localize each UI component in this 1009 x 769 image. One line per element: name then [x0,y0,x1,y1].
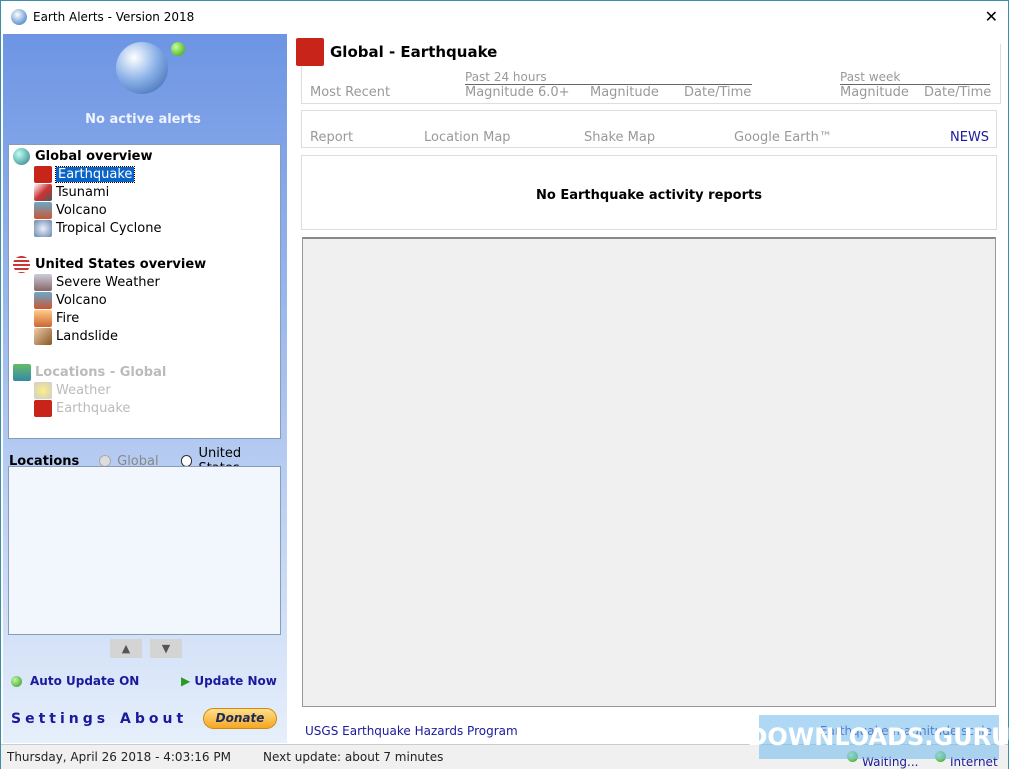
close-button[interactable]: ✕ [985,7,998,26]
item-label: Tropical Cyclone [56,220,162,236]
group-label: United States overview [35,256,207,272]
update-now-button[interactable]: ▶ Update Now [181,674,277,688]
group-label: Locations - Global [35,364,167,380]
tsunami-icon [34,183,52,201]
settings-button[interactable]: Settings [11,711,109,727]
item-label: Earthquake [56,400,131,416]
landscape-icon [13,363,31,381]
page-title-text: Global - Earthquake [330,43,498,61]
tree-item-tropical-cyclone[interactable]: Tropical Cyclone [9,219,280,237]
left-panel: No active alerts Global overview Earthqu… [3,34,287,743]
update-now-label: Update Now [194,674,277,688]
tab-location-map[interactable]: Location Map [424,130,511,145]
tab-shake-map[interactable]: Shake Map [584,130,655,145]
auto-update-toggle[interactable]: Auto Update ON [11,674,139,688]
move-up-button[interactable]: ▲ [110,639,142,658]
tree-group-us[interactable]: United States overview [9,255,280,273]
tree-group-locations: Locations - Global [9,363,280,381]
green-led-icon [11,675,22,687]
title-bar: Earth Alerts - Version 2018 ✕ [1,1,1008,33]
item-label: Volcano [56,202,107,218]
col-past-week: Past week [840,70,990,85]
earthquake-icon [34,165,52,183]
tab-news[interactable]: NEWS [950,130,989,145]
weather-icon [34,381,52,399]
activity-message: No Earthquake activity reports [301,155,997,230]
tree-item-landslide[interactable]: Landslide [9,327,280,345]
col-magnitude: Magnitude [590,85,659,100]
col-week-datetime: Date/Time [924,85,992,100]
window-title: Earth Alerts - Version 2018 [33,10,195,24]
status-datetime: Thursday, April 26 2018 - 4:03:16 PM [7,750,231,764]
green-led-icon [935,751,946,762]
globe-icon [13,147,30,165]
group-label: Global overview [35,148,153,164]
col-past-24-hours: Past 24 hours [465,70,752,85]
cyclone-icon [34,219,52,237]
tree-item-earthquake[interactable]: Earthquake [9,165,280,183]
tree-item-us-volcano[interactable]: Volcano [9,291,280,309]
status-next-update: Next update: about 7 minutes [263,750,444,764]
donate-button[interactable]: Donate [203,708,277,729]
auto-update-label: Auto Update ON [30,674,140,688]
waiting-label: Waiting... [862,755,919,769]
status-internet: Internet [935,750,998,769]
us-flag-icon [13,255,30,273]
item-label: Weather [56,382,111,398]
category-tree[interactable]: Global overview Earthquake Tsunami Volca… [8,144,281,439]
tree-item-tsunami[interactable]: Tsunami [9,183,280,201]
volcano-icon [34,291,52,309]
map-view[interactable] [302,237,996,707]
globe-icon [116,42,168,94]
tree-group-global[interactable]: Global overview [9,147,280,165]
status-bar: Thursday, April 26 2018 - 4:03:16 PM Nex… [1,744,1008,769]
col-datetime: Date/Time [684,85,752,100]
item-label: Severe Weather [56,274,160,290]
main-panel: Most Recent Past 24 hours Magnitude 6.0+… [294,34,1006,743]
tree-item-volcano[interactable]: Volcano [9,201,280,219]
usgs-link[interactable]: USGS Earthquake Hazards Program [305,724,518,738]
play-icon: ▶ [181,674,191,688]
about-button[interactable]: About [120,711,187,727]
app-globe-icon [11,9,27,25]
col-most-recent: Most Recent [310,85,391,100]
tab-google-earth[interactable]: Google Earth™ [734,130,832,145]
alert-status: No active alerts [85,112,201,127]
green-led-icon [847,751,858,762]
locations-list[interactable] [8,466,281,635]
tab-report[interactable]: Report [310,130,353,145]
move-down-button[interactable]: ▼ [150,639,182,658]
tree-item-loc-earthquake: Earthquake [9,399,280,417]
col-week-magnitude: Magnitude [840,85,909,100]
report-tabs: Report Location Map Shake Map Google Ear… [301,110,997,148]
volcano-icon [34,201,52,219]
col-magnitude-6: Magnitude 6.0+ [465,85,570,100]
item-label: Tsunami [56,184,110,200]
tree-item-fire[interactable]: Fire [9,309,280,327]
item-label: Volcano [56,292,107,308]
earthquake-icon [296,38,324,66]
landslide-icon [34,327,52,345]
item-label: Earthquake [54,165,136,183]
internet-label: Internet [950,755,998,769]
tree-item-severe-weather[interactable]: Severe Weather [9,273,280,291]
tree-item-weather: Weather [9,381,280,399]
status-waiting: Waiting... [847,750,919,769]
item-label: Landslide [56,328,118,344]
fire-icon [34,309,52,327]
severe-weather-icon [34,273,52,291]
item-label: Fire [56,310,80,326]
magnitude-scale-link[interactable]: Earthquake magnitude scale [820,724,992,738]
earthquake-icon [34,399,52,417]
status-led-icon [171,42,185,56]
page-title: Global - Earthquake [296,38,504,66]
